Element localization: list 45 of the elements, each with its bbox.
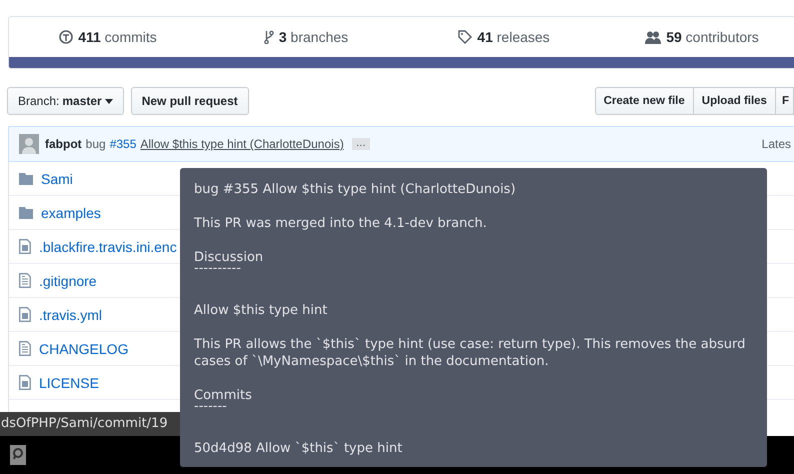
file-link[interactable]: .gitignore	[39, 272, 97, 288]
file-link[interactable]: examples	[41, 204, 101, 220]
toolbar-button[interactable]: F	[774, 87, 794, 115]
new-pull-request-button[interactable]: New pull request	[130, 87, 249, 115]
text-file-icon	[19, 273, 31, 288]
folder-icon	[19, 172, 33, 184]
tooltip-rule-text: -------	[194, 401, 227, 413]
tooltip-text: Commits	[194, 387, 252, 404]
stat-link[interactable]: 411 commits	[78, 29, 157, 45]
file-icon	[19, 375, 31, 390]
commit-message-link[interactable]: Allow $this type hint (CharlotteDunois)	[140, 137, 344, 151]
people-icon	[645, 30, 662, 44]
file-icon	[19, 239, 31, 254]
file-link[interactable]: .blackfire.travis.ini.enc	[39, 238, 177, 254]
file-link[interactable]: Sami	[41, 170, 73, 186]
folder-icon	[19, 206, 33, 218]
author-link[interactable]: fabpot	[45, 137, 82, 151]
tooltip-text: Allow $this type hint	[194, 302, 328, 319]
avatar-icon	[19, 134, 39, 154]
tooltip-rule-text: ----------	[194, 263, 241, 275]
issue-link[interactable]: #355	[110, 137, 136, 151]
tooltip-text: Discussion	[194, 249, 264, 266]
tooltip-text: This PR was merged into the 4.1-dev branch.	[194, 215, 487, 232]
file-link[interactable]: LICENSE	[39, 374, 99, 390]
branch-select-button[interactable]: Branch: master	[7, 87, 124, 115]
text-file-icon	[19, 341, 31, 356]
commit-type: bug	[86, 137, 106, 151]
toolbar-button[interactable]: Create new file	[594, 87, 694, 115]
file-link[interactable]: .travis.yml	[39, 306, 102, 322]
latest-commit-label: Lates	[762, 137, 791, 151]
branch-icon	[264, 30, 274, 44]
stat-link[interactable]: 3 branches	[278, 29, 348, 45]
stat-link[interactable]: 59 contributors	[666, 29, 759, 45]
history-icon	[59, 30, 74, 44]
toolbar-button[interactable]: Upload files	[692, 87, 776, 115]
file-link[interactable]: CHANGELOG	[39, 340, 128, 356]
tooltip-text: 50d4d98 Allow `$this` type hint	[194, 440, 402, 457]
file-icon	[19, 307, 31, 322]
chat-icon[interactable]	[10, 445, 26, 465]
tag-icon	[458, 30, 472, 44]
caret-icon	[104, 98, 113, 104]
stat-link[interactable]: 41 releases	[477, 29, 550, 45]
tooltip-text: bug #355 Allow $this type hint (CharlotteDunois)	[194, 181, 516, 198]
tooltip-text: This PR allows the `$this` type hint (use case: return type). This removes the absurd cases of `\MyNamespace\$this` in the documentation.	[194, 336, 746, 370]
expand-button[interactable]: …	[352, 138, 370, 150]
